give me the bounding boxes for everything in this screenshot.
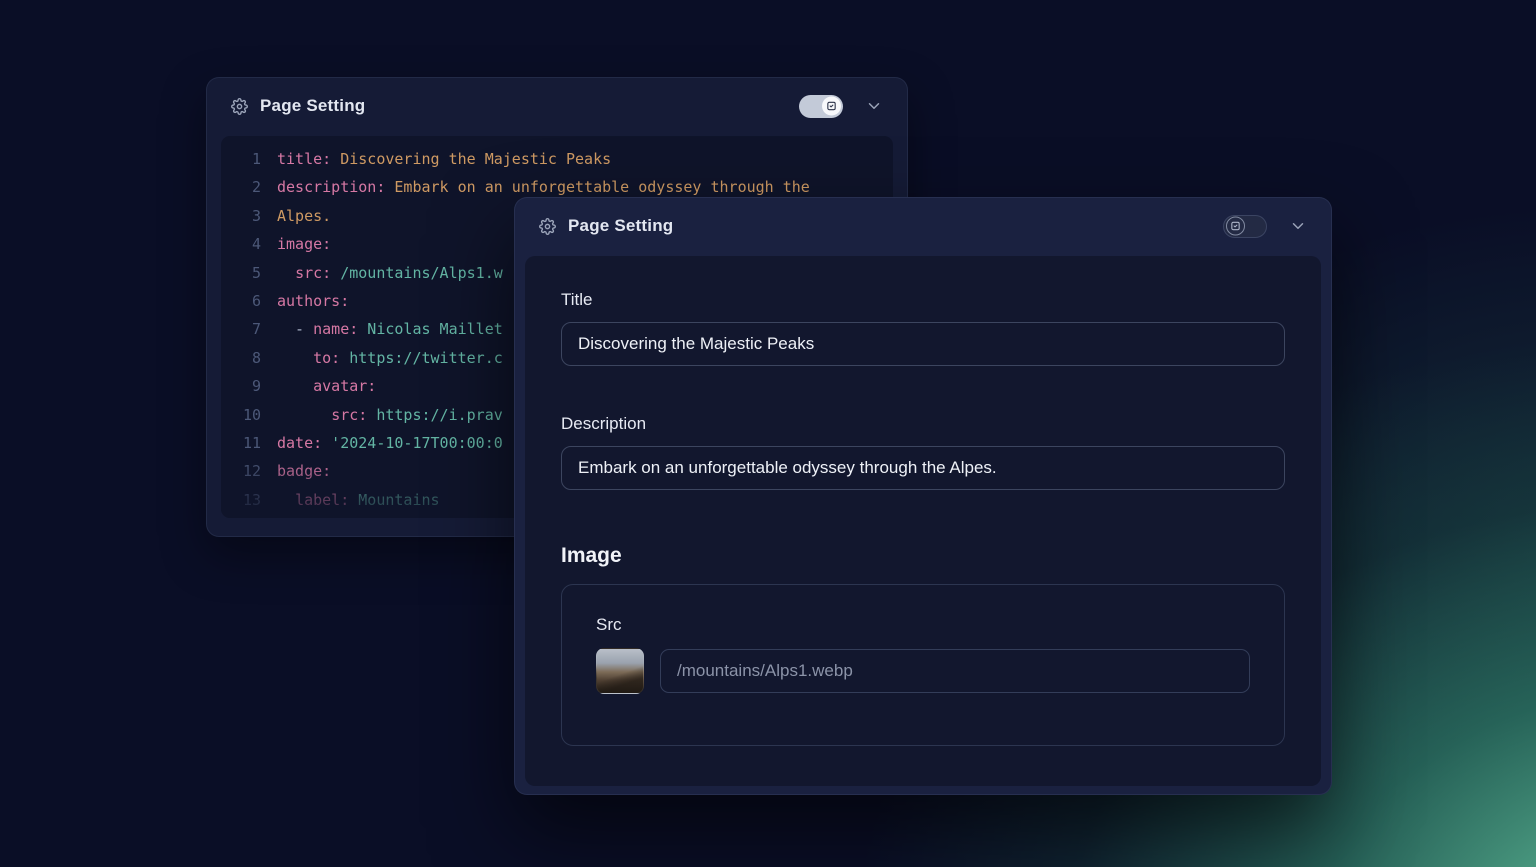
src-row <box>596 648 1250 694</box>
chevron-down-icon[interactable] <box>865 97 883 115</box>
gear-icon <box>231 98 248 115</box>
toggle-knob <box>1226 217 1245 236</box>
form-panel-header: Page Setting <box>515 198 1331 254</box>
code-line: 1title: Discovering the Majestic Peaks <box>233 145 893 173</box>
code-view-toggle[interactable] <box>1223 215 1267 238</box>
editor-panel-header: Page Setting <box>207 78 907 134</box>
chevron-down-icon[interactable] <box>1289 217 1307 235</box>
toggle-knob-icon <box>1230 221 1241 232</box>
toggle-knob-icon <box>826 101 837 112</box>
title-input[interactable] <box>561 322 1285 366</box>
gear-icon <box>539 218 556 235</box>
toggle-knob <box>822 97 841 116</box>
page-setting-form: Title Description Image Src <box>525 256 1321 786</box>
src-input[interactable] <box>660 649 1250 693</box>
image-thumbnail <box>596 648 644 694</box>
image-section-heading: Image <box>561 544 1285 568</box>
image-group-box: Src <box>561 584 1285 746</box>
code-view-toggle[interactable] <box>799 95 843 118</box>
form-header-title-group: Page Setting <box>539 216 1223 236</box>
src-label: Src <box>596 615 1250 635</box>
description-input[interactable] <box>561 446 1285 490</box>
page-setting-form-panel: Page Setting Title Description Image Src <box>514 197 1332 795</box>
description-label: Description <box>561 414 1285 434</box>
editor-header-title-group: Page Setting <box>231 96 799 116</box>
panel-title: Page Setting <box>260 96 365 116</box>
panel-title: Page Setting <box>568 216 673 236</box>
title-label: Title <box>561 290 1285 310</box>
